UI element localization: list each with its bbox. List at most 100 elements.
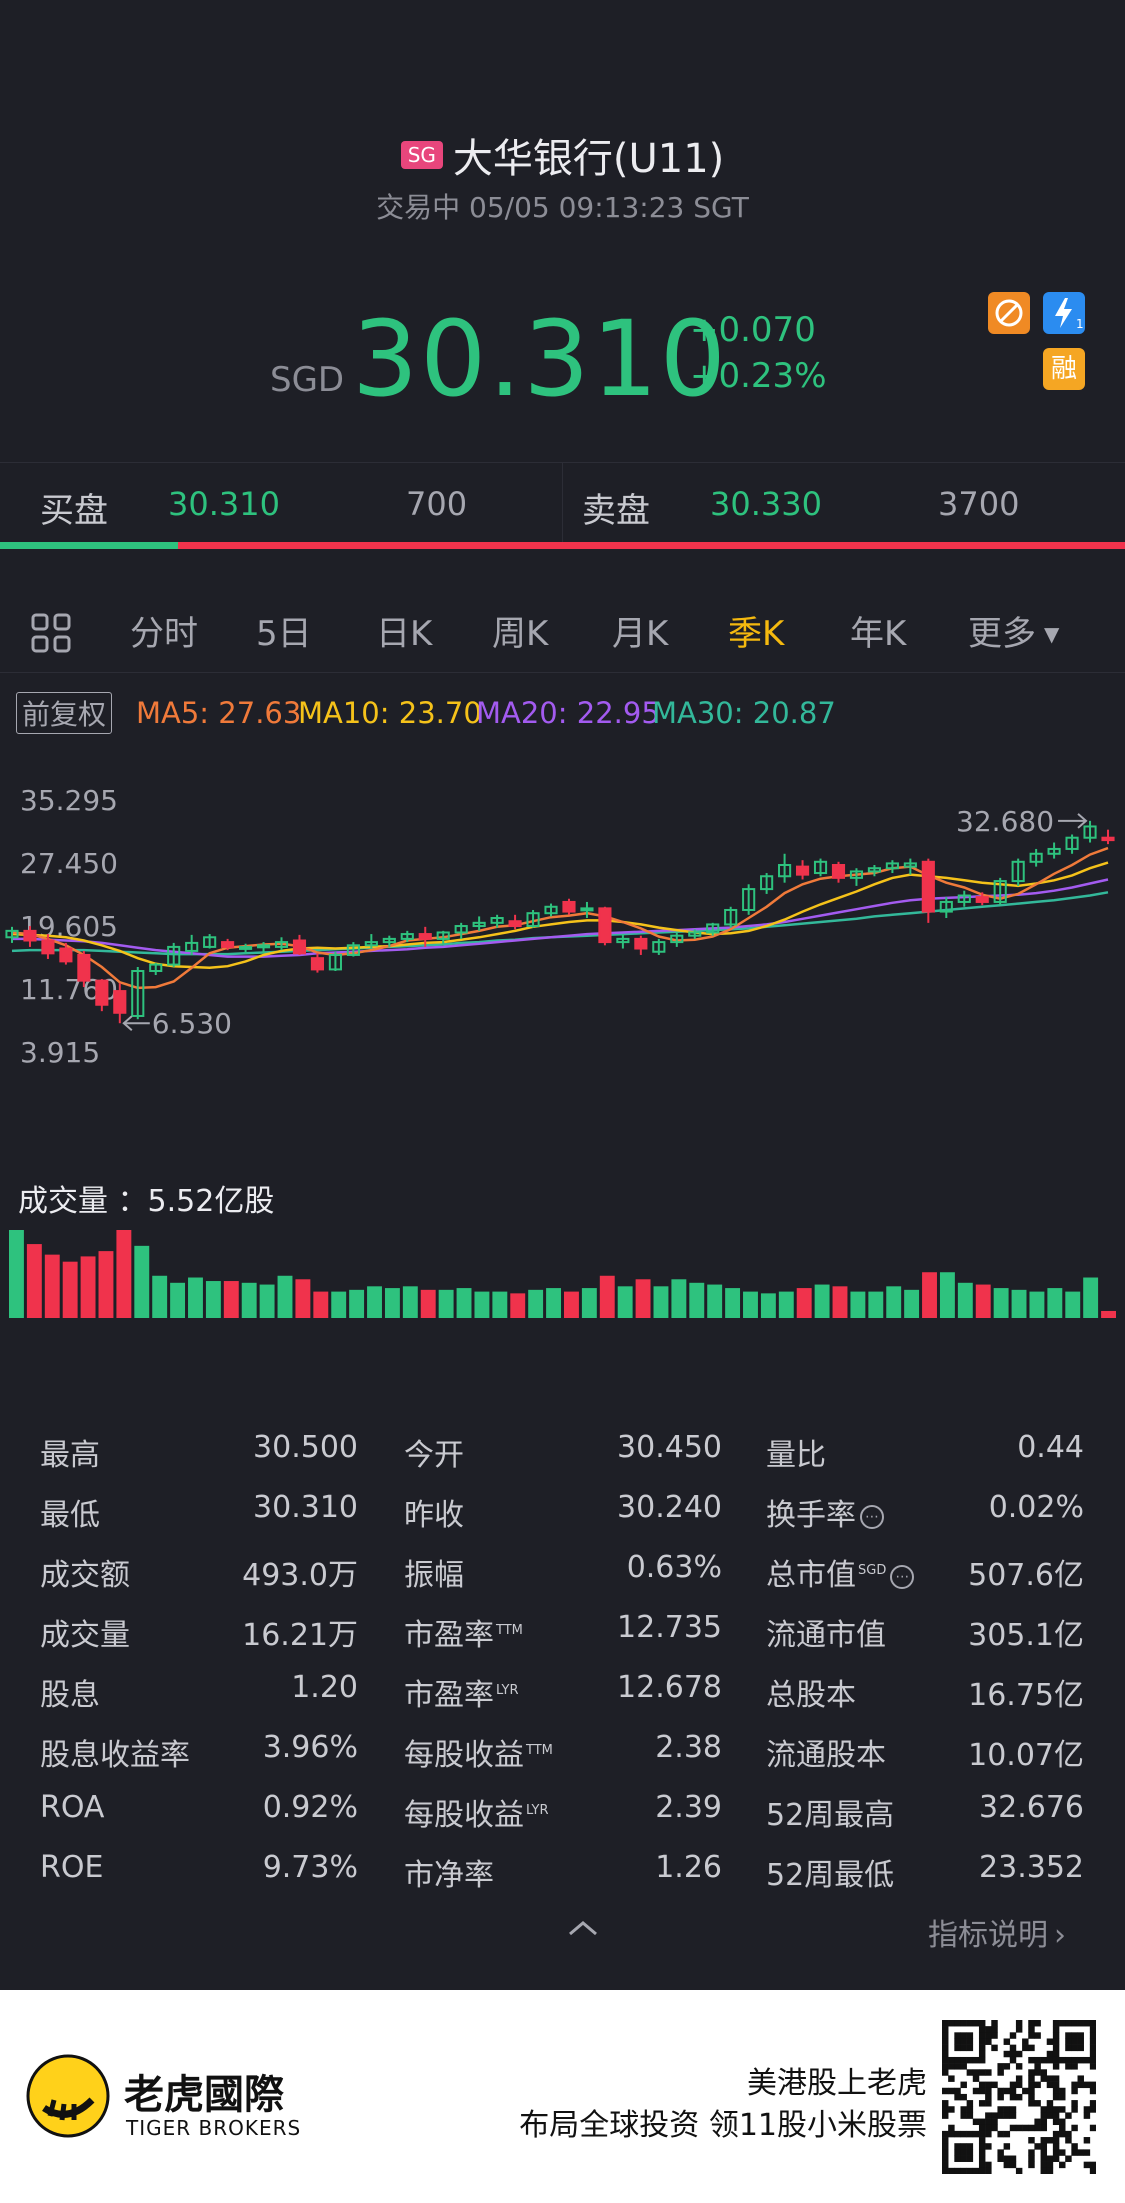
qr-module <box>942 2056 949 2064</box>
tab-monthly-k[interactable]: 月K <box>612 606 668 655</box>
qr-module <box>1077 2032 1084 2039</box>
margin-icon[interactable]: 融 <box>1043 348 1085 390</box>
qr-module <box>1071 2087 1078 2095</box>
stat-label-text: 股息收益率 <box>40 1738 190 1773</box>
volume-bar <box>850 1291 866 1318</box>
qr-module <box>997 2093 1004 2101</box>
candle-body <box>562 900 576 913</box>
adjust-toggle[interactable]: 前复权 <box>16 692 113 734</box>
qr-module <box>960 2093 967 2101</box>
qr-module <box>1089 2161 1097 2169</box>
qr-module <box>1028 2020 1035 2027</box>
stat-value: 493.0万 <box>242 1558 358 1593</box>
volume-bar <box>331 1291 347 1318</box>
bid-size: 700 <box>406 485 468 523</box>
qr-module <box>1052 2032 1060 2039</box>
stat-label: 股息收益率 <box>40 1730 190 1774</box>
qr-module <box>1052 2038 1060 2045</box>
volume-bar <box>44 1254 60 1318</box>
qr-module <box>1083 2056 1091 2064</box>
qr-module <box>1059 2161 1066 2169</box>
qr-module <box>1077 2056 1084 2064</box>
qr-module <box>1089 2038 1097 2045</box>
info-icon[interactable]: ⋯ <box>890 1564 915 1589</box>
qr-module <box>1052 2149 1060 2156</box>
qr-module <box>1040 2161 1048 2169</box>
candle-body <box>77 953 91 982</box>
candle <box>598 906 612 946</box>
stat-label-text: 今开 <box>404 1438 464 1473</box>
brand-name-cn: 老虎國際 <box>124 2072 284 2118</box>
volume-bar <box>778 1291 794 1318</box>
qr-module <box>954 2149 961 2156</box>
no-sign-icon[interactable] <box>988 292 1030 334</box>
stat-label: 每股收益 LYR <box>404 1790 549 1834</box>
qr-module <box>991 2020 998 2027</box>
collapse-icon[interactable] <box>566 1918 600 1942</box>
qr-module <box>985 2167 992 2175</box>
qr-module <box>1022 2044 1029 2052</box>
ma30-value: MA30: 20.87 <box>652 696 836 730</box>
qr-code-icon[interactable] <box>942 2020 1097 2178</box>
tab-weekly-k[interactable]: 周K <box>492 606 548 655</box>
qr-module <box>1071 2056 1078 2064</box>
volume-bar <box>1029 1291 1045 1318</box>
volume-bar <box>492 1291 508 1318</box>
qr-module <box>954 2063 961 2070</box>
indicator-explain-link[interactable]: 指标说明 › <box>928 1910 1066 1954</box>
stat-value: 23.352 <box>979 1850 1084 1885</box>
tiger-logo-icon <box>26 2054 110 2142</box>
qr-module <box>1089 2044 1097 2052</box>
qr-module <box>1052 2143 1060 2150</box>
tab-5day[interactable]: 5日 <box>256 606 312 655</box>
lightning-icon[interactable]: 1 <box>1043 292 1085 334</box>
qr-module <box>1009 2155 1017 2162</box>
qr-module <box>978 2056 986 2064</box>
candle-body <box>95 979 109 1006</box>
qr-module <box>978 2050 986 2058</box>
tab-more[interactable]: 更多 ▼ <box>968 606 1059 655</box>
candle-body <box>1101 836 1115 842</box>
info-icon[interactable]: ⋯ <box>860 1504 884 1529</box>
stat-label-text: 市盈率 <box>404 1618 494 1653</box>
qr-module <box>1015 2081 1023 2089</box>
stat-label-text: 最低 <box>40 1498 100 1533</box>
qr-module <box>985 2112 992 2119</box>
tab-intraday[interactable]: 分时 <box>130 606 198 655</box>
stat-value: 305.1亿 <box>968 1618 1084 1653</box>
tab-daily-k[interactable]: 日K <box>376 606 432 655</box>
qr-module <box>978 2087 986 2095</box>
qr-module <box>1059 2056 1066 2064</box>
qr-module <box>1077 2075 1084 2082</box>
volume-bar <box>814 1284 830 1318</box>
market-badge: SG <box>400 141 443 169</box>
qr-module <box>942 2149 949 2156</box>
candle <box>1029 848 1043 867</box>
volume-bar <box>349 1289 365 1318</box>
candle <box>562 898 576 915</box>
stat-value: 3.96% <box>262 1730 358 1765</box>
last-price: 30.310 <box>352 298 728 420</box>
stat-label: 昨收 <box>404 1490 464 1534</box>
qr-module <box>1015 2020 1023 2027</box>
candlestick-chart[interactable]: 35.29527.45019.60511.7603.915 32.6806.53… <box>0 760 1125 1340</box>
qr-module <box>942 2143 949 2150</box>
candle-body <box>634 937 648 950</box>
qr-module <box>1071 2149 1078 2156</box>
qr-module <box>1059 2124 1066 2132</box>
grid-icon[interactable] <box>30 612 72 658</box>
price-change-pct: +0.23% <box>690 356 827 396</box>
qr-module <box>1028 2100 1035 2107</box>
volume-bar <box>402 1286 418 1318</box>
qr-module <box>997 2130 1004 2138</box>
tab-yearly-k[interactable]: 年K <box>850 606 906 655</box>
tab-quarterly-k[interactable]: 季K <box>728 606 784 655</box>
volume-bar <box>438 1289 454 1318</box>
ask-price: 30.330 <box>710 485 822 523</box>
qr-module <box>966 2044 974 2052</box>
qr-module <box>1009 2032 1017 2039</box>
qr-module <box>1089 2032 1097 2039</box>
qr-module <box>1083 2106 1091 2113</box>
volume-bar <box>760 1293 776 1318</box>
qr-module <box>1071 2038 1078 2045</box>
